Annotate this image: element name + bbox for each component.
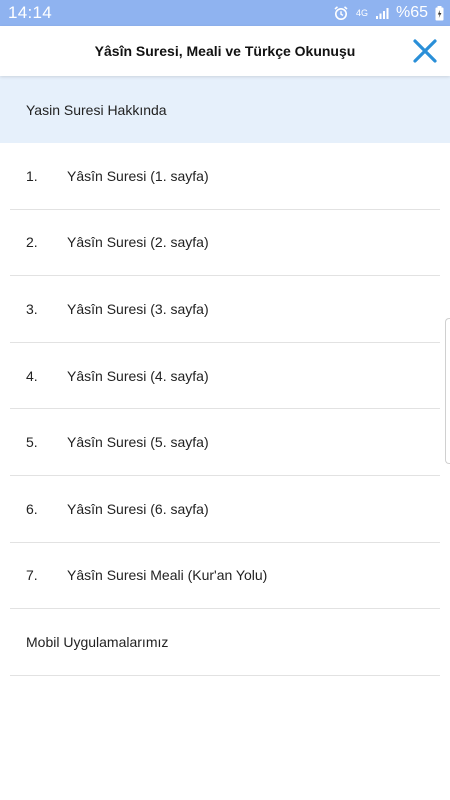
battery-percent: %65: [395, 4, 428, 21]
app-screen: 14:14 4G %65 Yâsîn Suresi, Meali ve Türk…: [0, 0, 450, 800]
about-yasin-item[interactable]: Yasin Suresi Hakkında: [0, 76, 450, 143]
list-item-label: Yâsîn Suresi (5. sayfa): [67, 434, 209, 451]
list-item-page-5[interactable]: 5. Yâsîn Suresi (5. sayfa): [10, 409, 440, 476]
list-item-label: Yâsîn Suresi (6. sayfa): [67, 500, 209, 517]
status-bar: 14:14 4G %65: [0, 0, 450, 26]
list-item-label: Yâsîn Suresi (2. sayfa): [67, 234, 209, 251]
list-item-number: 5.: [26, 434, 38, 451]
app-header: Yâsîn Suresi, Meali ve Türkçe Okunuşu: [0, 26, 450, 76]
status-time: 14:14: [8, 3, 53, 22]
list-item-number: 2.: [26, 234, 38, 251]
scroll-handle[interactable]: [445, 318, 450, 464]
battery-icon: [435, 5, 444, 21]
list-item-mobile-apps[interactable]: Mobil Uygulamalarımız: [10, 609, 440, 676]
list-item-page-4[interactable]: 4. Yâsîn Suresi (4. sayfa): [10, 343, 440, 410]
list-item-page-2[interactable]: 2. Yâsîn Suresi (2. sayfa): [10, 210, 440, 277]
list-item-page-6[interactable]: 6. Yâsîn Suresi (6. sayfa): [10, 476, 440, 543]
list-item-page-3[interactable]: 3. Yâsîn Suresi (3. sayfa): [10, 276, 440, 343]
list-item-number: 1.: [26, 167, 38, 184]
signal-icon: [375, 6, 389, 20]
close-button[interactable]: [412, 38, 438, 64]
close-icon: [413, 39, 437, 63]
list-item-page-1[interactable]: 1. Yâsîn Suresi (1. sayfa): [10, 143, 440, 210]
alarm-icon: [333, 5, 349, 21]
list-item-meali[interactable]: 7. Yâsîn Suresi Meali (Kur'an Yolu): [10, 543, 440, 610]
chapter-list: 1. Yâsîn Suresi (1. sayfa) 2. Yâsîn Sure…: [0, 143, 450, 676]
list-item-label: Mobil Uygulamalarımız: [26, 633, 169, 650]
list-item-number: 4.: [26, 367, 38, 384]
list-item-label: Yâsîn Suresi Meali (Kur'an Yolu): [67, 567, 268, 584]
status-icons: 4G %65: [333, 4, 444, 22]
list-item-number: 3.: [26, 300, 38, 317]
page-title: Yâsîn Suresi, Meali ve Türkçe Okunuşu: [94, 43, 356, 59]
network-4g-icon: 4G: [355, 8, 368, 18]
about-yasin-label: Yasin Suresi Hakkında: [26, 101, 167, 118]
list-item-label: Yâsîn Suresi (1. sayfa): [67, 167, 209, 184]
list-item-number: 6.: [26, 500, 38, 517]
list-item-label: Yâsîn Suresi (3. sayfa): [67, 300, 209, 317]
list-item-number: 7.: [26, 567, 38, 584]
list-item-label: Yâsîn Suresi (4. sayfa): [67, 367, 209, 384]
